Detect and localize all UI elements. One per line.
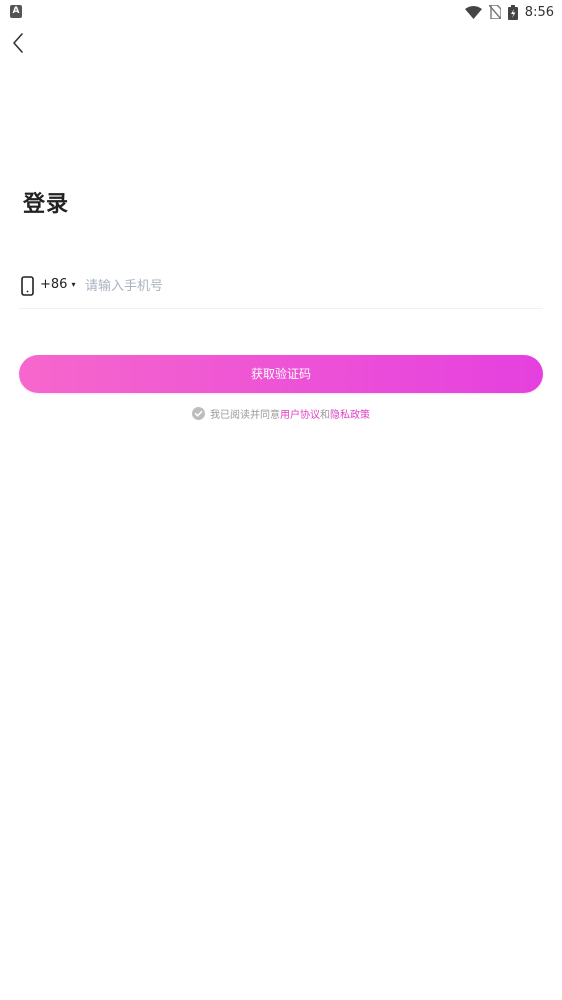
status-time: 8:56 [524, 4, 554, 20]
phone-input-row: +86 ▾ [19, 270, 543, 309]
check-circle-icon[interactable] [192, 407, 205, 420]
user-agreement-link[interactable]: 用户协议 [280, 406, 320, 421]
status-icons: 8:56 [464, 2, 554, 22]
country-code-selector[interactable]: +86 ▾ [40, 277, 75, 292]
login-screen: A 8:56 登录 +86 ▾ 请输入手机号 获取验证码 我已阅读并同意 用户协… [0, 0, 562, 1000]
phone-icon [21, 276, 34, 296]
get-code-button[interactable]: 获取验证码 [19, 355, 543, 393]
battery-charging-icon [507, 4, 518, 20]
country-code-label: +86 [40, 277, 68, 292]
wifi-icon [464, 5, 482, 19]
notification-badge: A [10, 5, 22, 18]
chevron-down-icon: ▾ [71, 280, 76, 289]
no-sim-icon [488, 5, 501, 19]
page-title: 登录 [23, 192, 70, 217]
back-button[interactable] [8, 30, 32, 56]
agreement-line: 我已阅读并同意 用户协议 和 隐私政策 [0, 406, 562, 421]
status-bar: A 8:56 [0, 0, 562, 24]
privacy-policy-link[interactable]: 隐私政策 [330, 406, 370, 421]
phone-input[interactable] [85, 273, 525, 299]
chevron-left-icon [13, 33, 23, 53]
agreement-prefix: 我已阅读并同意 [210, 410, 280, 421]
agreement-conjunction: 和 [320, 410, 330, 421]
